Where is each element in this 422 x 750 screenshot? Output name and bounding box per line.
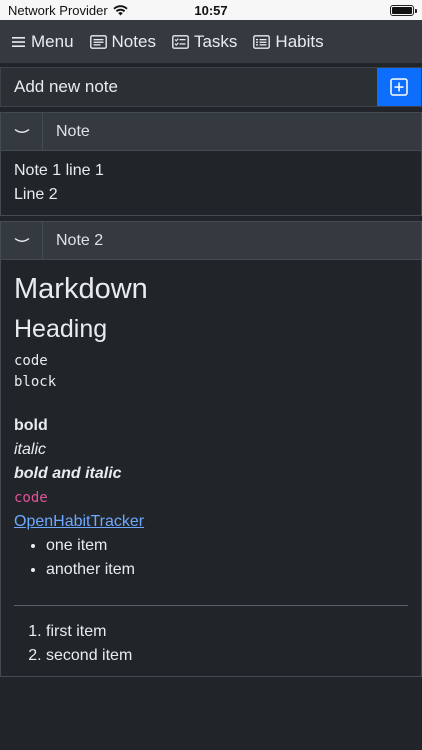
markdown-inline-code: code [14,490,48,506]
code-line: code [14,353,48,369]
markdown-code-block: code block [14,351,408,393]
list-item: second item [46,644,408,668]
carrier-group: Network Provider [8,3,128,18]
note-title[interactable]: Note 2 [43,222,421,259]
nav-tasks[interactable]: Tasks [172,32,237,52]
markdown-heading-2: Heading [14,315,108,343]
note-body-markdown: Markdown Heading code block bold italic … [1,260,421,676]
note-body: Note 1 line 1 Line 2 [1,151,421,215]
markdown-bold-text: bold [14,417,48,434]
notes-icon [89,34,107,49]
markdown-italic-text: italic [14,441,47,458]
battery-fill [392,6,412,14]
note-title[interactable]: Note [43,113,421,150]
plus-square-icon [390,78,408,96]
markdown-link[interactable]: OpenHabitTracker [14,513,144,530]
battery-icon [390,4,417,16]
top-navbar: Menu Notes Tasks Habits [0,20,422,63]
wifi-icon [113,4,128,15]
markdown-divider [14,605,408,606]
markdown-ordered-list: first item second item [14,620,408,668]
carrier-label: Network Provider [8,2,108,18]
list-item: another item [46,558,408,582]
markdown-bullet-list: one item another item [14,534,408,582]
nav-notes[interactable]: Notes [89,31,156,52]
note-line: Note 1 line 1 [14,162,104,179]
list-item: first item [46,620,408,644]
note-header: Note [1,113,421,151]
markdown-heading-1: Markdown [14,273,148,305]
add-note-input[interactable]: Add new note [1,68,377,106]
collapse-toggle-button[interactable] [1,113,43,150]
note-header: Note 2 [1,222,421,260]
collapse-toggle-button[interactable] [1,222,43,259]
note-line: Line 2 [14,186,58,203]
nav-menu[interactable]: Menu [12,32,74,52]
note-card: Note Note 1 line 1 Line 2 [0,112,422,216]
nav-tasks-label: Tasks [193,31,238,51]
code-line: block [14,374,57,390]
markdown-bold-italic-text: bold and italic [14,465,122,482]
list-item: one item [46,534,408,558]
nav-habits[interactable]: Habits [253,31,324,52]
status-bar: Network Provider 10:57 [0,0,422,20]
hamburger-icon [12,36,25,47]
chevron-down-icon [14,128,29,133]
note-card: Note 2 Markdown Heading code block bold … [0,221,422,677]
nav-menu-label: Menu [31,31,74,51]
chevron-down-icon [14,237,29,242]
habits-icon [253,34,271,49]
add-note-row: Add new note [0,67,422,107]
add-note-button[interactable] [377,68,421,106]
nav-notes-label: Notes [111,31,156,51]
nav-habits-label: Habits [275,31,324,51]
tasks-icon [172,34,189,49]
